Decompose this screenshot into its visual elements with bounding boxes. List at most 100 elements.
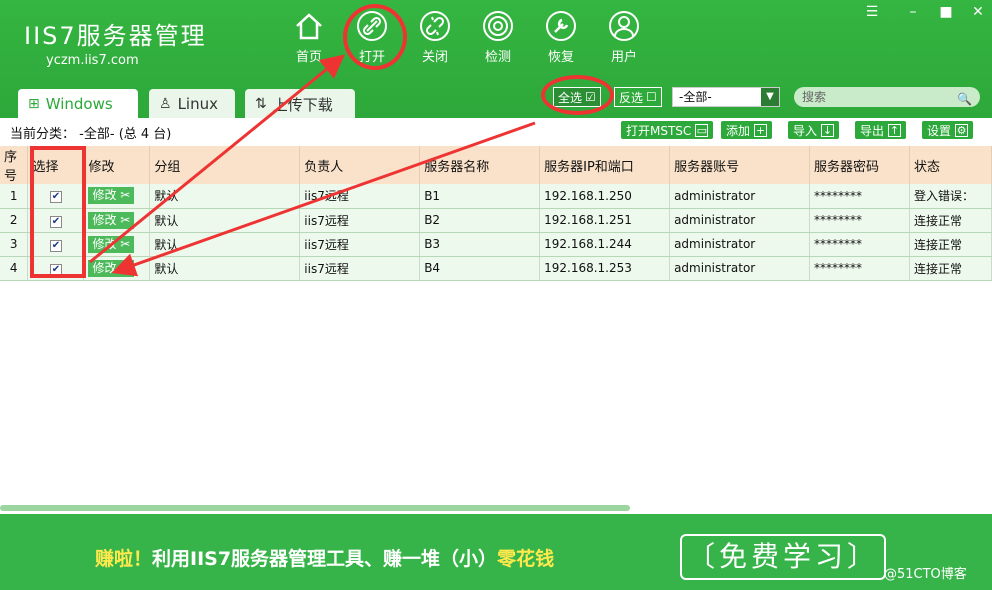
category-select[interactable]: -全部- ▼ — [672, 87, 780, 107]
header-no: 序号 — [0, 146, 29, 184]
row-edit-cell: 修改 ✂ — [83, 256, 151, 281]
row-owner: iis7远程 — [299, 256, 421, 281]
row-status: 连接正常 — [909, 208, 992, 233]
app-logo: IIS7服务器管理 yczm.iis7.com — [24, 16, 207, 68]
nav-home-label: 首页 — [295, 50, 322, 65]
upload-arrow-icon: ↑ — [888, 123, 902, 137]
menu-icon[interactable]: ☰ — [862, 4, 882, 20]
row-server-ip: 192.168.1.244 — [539, 232, 671, 257]
header-edit: 修改 — [83, 146, 151, 184]
nav-home-button[interactable]: 首页 — [281, 8, 337, 66]
top-bar: IIS7服务器管理 yczm.iis7.com 首页 打开 关闭 检测 恢复 用… — [0, 0, 992, 119]
invert-select-button[interactable]: 反选 ☐ — [614, 87, 662, 107]
horizontal-scrollbar[interactable] — [0, 505, 630, 511]
header-account: 服务器账号 — [669, 146, 811, 184]
edit-button[interactable]: 修改 ✂ — [88, 259, 135, 277]
nav-user-button[interactable]: 用户 — [596, 8, 652, 66]
annotation-box-checkboxes — [30, 146, 86, 278]
row-owner: iis7远程 — [299, 208, 421, 233]
row-group: 默认 — [149, 232, 301, 257]
row-server-ip: 192.168.1.253 — [539, 256, 671, 281]
row-account: administrator — [669, 232, 811, 257]
annotation-circle-select-all — [541, 75, 614, 115]
tools-icon: ✂ — [120, 188, 131, 203]
server-table: 序号 选择 修改 分组 负责人 服务器名称 服务器IP和端口 服务器账号 服务器… — [0, 146, 992, 281]
import-button[interactable]: 导入 ↓ — [788, 121, 840, 139]
tab-upload[interactable]: ⇅ 上传下载 — [245, 89, 355, 119]
nav-check-label: 检测 — [484, 50, 511, 65]
row-server-name: B2 — [419, 208, 541, 233]
linux-penguin-icon: ♙ — [159, 96, 172, 112]
row-status: 连接正常 — [909, 256, 992, 281]
row-server-name: B4 — [419, 256, 541, 281]
edit-button[interactable]: 修改 ✂ — [88, 187, 135, 205]
row-account: administrator — [669, 208, 811, 233]
home-icon — [296, 13, 322, 40]
edit-label: 修改 — [92, 212, 117, 227]
close-window-icon[interactable]: ✕ — [968, 4, 988, 20]
edit-label: 修改 — [92, 260, 117, 275]
watermark: @51CTO博客 — [884, 567, 967, 582]
table-row: 1 ✔ 修改 ✂ 默认 iis7远程 B1 192.168.1.250 admi… — [0, 184, 992, 209]
maximize-icon[interactable]: ■ — [936, 4, 956, 20]
search-input[interactable]: 搜索 🔍 — [794, 87, 980, 107]
row-edit-cell: 修改 ✂ — [83, 208, 151, 233]
row-account: administrator — [669, 256, 811, 281]
logo-url: yczm.iis7.com — [46, 53, 139, 68]
category-value: -全部- — [79, 127, 115, 142]
promo-banner[interactable]: 赚啦！利用IIS7服务器管理工具、赚一堆（小）零花钱 〔免费学习〕 — [0, 514, 992, 590]
row-server-name: B1 — [419, 184, 541, 209]
row-account: administrator — [669, 184, 811, 209]
row-status: 登入错误： — [909, 184, 992, 209]
open-mstsc-button[interactable]: 打开MSTSC ▭ — [621, 121, 714, 139]
row-password: ******** — [809, 208, 910, 233]
row-password: ******** — [809, 184, 910, 209]
nav-close-button[interactable]: 关闭 — [407, 8, 463, 66]
row-server-name: B3 — [419, 232, 541, 257]
search-placeholder: 搜索 — [802, 90, 827, 104]
add-button[interactable]: 添加 + — [721, 121, 773, 139]
category-label: 当前分类： — [10, 127, 76, 142]
unlink-icon — [420, 11, 450, 41]
tab-linux[interactable]: ♙ Linux — [149, 89, 235, 119]
export-button[interactable]: 导出 ↑ — [855, 121, 907, 139]
download-icon: ↓ — [821, 123, 835, 137]
settings-button[interactable]: 设置 ⚙ — [922, 121, 974, 139]
edit-button[interactable]: 修改 ✂ — [88, 235, 135, 253]
row-group: 默认 — [149, 184, 301, 209]
tab-windows[interactable]: ⊞ Windows — [18, 89, 138, 119]
invert-label: 反选 — [619, 90, 644, 105]
search-icon[interactable]: 🔍 — [957, 89, 972, 109]
wrench-icon — [546, 11, 576, 41]
add-label: 添加 — [726, 123, 751, 138]
header-group: 分组 — [149, 146, 301, 184]
table-header-row: 序号 选择 修改 分组 负责人 服务器名称 服务器IP和端口 服务器账号 服务器… — [0, 146, 992, 184]
header-status: 状态 — [909, 146, 992, 184]
table-row: 2 ✔ 修改 ✂ 默认 iis7远程 B2 192.168.1.251 admi… — [0, 208, 992, 233]
free-learning-button[interactable]: 〔免费学习〕 — [680, 534, 886, 580]
header-server-name: 服务器名称 — [419, 146, 541, 184]
edit-button[interactable]: 修改 ✂ — [88, 211, 135, 229]
edit-label: 修改 — [92, 236, 117, 251]
tab-linux-label: Linux — [177, 95, 218, 113]
invert-icon: ☐ — [646, 90, 657, 104]
header-owner: 负责人 — [299, 146, 421, 184]
current-category: 当前分类： -全部- (总 4 台) — [10, 123, 171, 142]
nav-restore-button[interactable]: 恢复 — [533, 8, 589, 66]
minimize-icon[interactable]: – — [903, 4, 923, 20]
import-label: 导入 — [793, 123, 818, 138]
gear-icon: ⚙ — [955, 123, 969, 137]
nav-check-button[interactable]: 检测 — [470, 8, 526, 66]
row-edit-cell: 修改 ✂ — [83, 232, 151, 257]
logo-title: IIS7服务器管理 — [24, 22, 207, 50]
row-password: ******** — [809, 232, 910, 257]
radar-icon — [483, 11, 513, 41]
annotation-circle-open — [343, 4, 407, 70]
category-bar: 当前分类： -全部- (总 4 台) 打开MSTSC ▭ 添加 + 导入 ↓ 导出 ↑ … — [0, 118, 992, 146]
edit-label: 修改 — [92, 188, 117, 203]
row-owner: iis7远程 — [299, 232, 421, 257]
row-password: ******** — [809, 256, 910, 281]
slogan-prefix: 赚啦！ — [95, 548, 153, 570]
row-no: 4 — [0, 256, 29, 281]
header-password: 服务器密码 — [809, 146, 910, 184]
